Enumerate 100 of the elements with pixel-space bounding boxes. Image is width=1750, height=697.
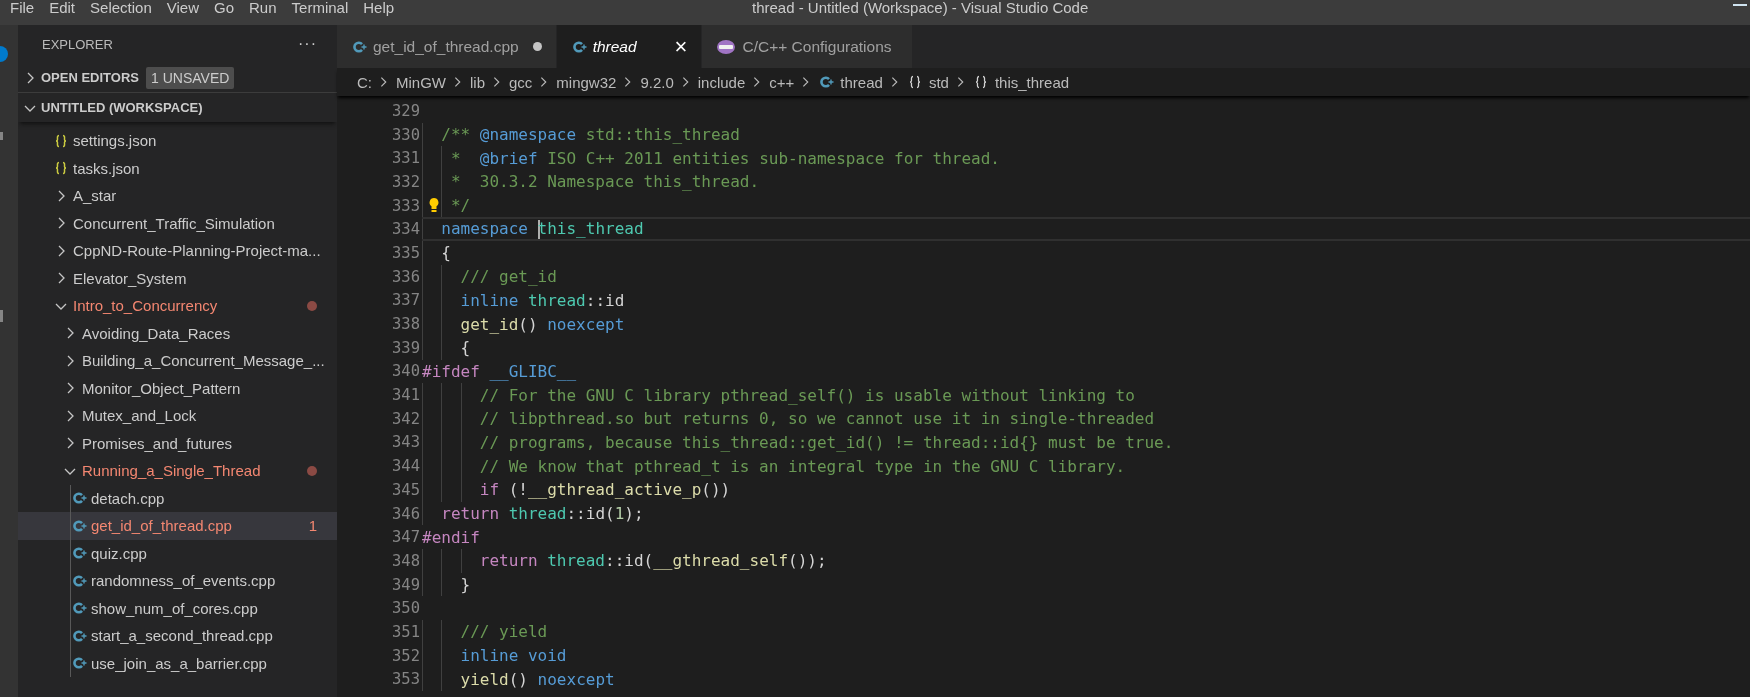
menu-item[interactable]: Selection [88, 0, 161, 15]
sidebar-title: EXPLORER [42, 36, 113, 52]
tree-item[interactable]: A_star [18, 182, 337, 210]
line-number: 345 [391, 480, 420, 499]
line-number: 340 [391, 362, 420, 381]
line-number: 344 [391, 457, 420, 476]
item-label: Monitor_Object_Pattern [82, 379, 242, 397]
tree-item[interactable]: Intro_to_Concurrency [18, 292, 337, 320]
breadcrumb-item[interactable]: MinGW [393, 73, 449, 91]
item-label: Concurrent_Traffic_Simulation [73, 214, 276, 232]
braces-icon [53, 160, 69, 177]
tree-item[interactable]: Monitor_Object_Pattern [18, 374, 337, 402]
cpp-file-icon [71, 490, 87, 507]
tree-item[interactable]: show_num_of_cores.cpp [18, 594, 337, 622]
code-line: * 30.3.2 Namespace this_thread. [450, 172, 760, 192]
menu-item[interactable]: View [164, 0, 208, 15]
section-title: OPEN EDITORS [41, 70, 139, 85]
section-header[interactable]: OPEN EDITORS 1 UNSAVED [18, 63, 337, 92]
code-line: #endif [422, 527, 480, 547]
item-label: Elevator_System [73, 269, 188, 287]
code-line: return thread::id(__gthread_self()); [479, 551, 827, 571]
tree-item[interactable]: settings.json [18, 127, 337, 155]
line-number: 334 [391, 220, 420, 239]
tree-item[interactable]: Avoiding_Data_Races [18, 319, 337, 347]
item-label: tasks.json [73, 159, 141, 177]
line-number: 332 [391, 172, 420, 191]
tree-item[interactable]: Building_a_Concurrent_Message_... [18, 347, 337, 375]
code-line: inline thread::id [460, 290, 625, 310]
close-button[interactable]: × [674, 35, 688, 58]
breadcrumb-item[interactable]: lib [467, 73, 488, 91]
tree-item[interactable]: Mutex_and_Lock [18, 402, 337, 430]
line-number: 339 [391, 338, 420, 357]
tree-item[interactable]: tasks.json [18, 154, 337, 182]
item-label: Mutex_and_Lock [82, 407, 198, 425]
breadcrumb-item[interactable]: this_thread [969, 73, 1073, 91]
menu-item[interactable]: Run [247, 0, 286, 15]
editor-tab[interactable]: thread × [556, 25, 703, 68]
tree-item[interactable]: get_id_of_thread.cpp 1 [18, 512, 337, 540]
unsaved-badge: 1 UNSAVED [146, 66, 235, 89]
line-number: 343 [391, 433, 420, 452]
tree-item[interactable]: randomness_of_events.cpp [18, 567, 337, 595]
menu-item[interactable]: Help [361, 0, 404, 15]
modified-dot [307, 300, 317, 311]
tree-item[interactable]: Running_a_Single_Thread [18, 457, 337, 485]
cpp-file-icon [71, 545, 87, 562]
breadcrumb-item[interactable]: include [694, 73, 749, 91]
more-actions-button[interactable]: ··· [298, 35, 317, 53]
code-line: // For the GNU C library pthread_self() is usable without linking to [479, 385, 1135, 405]
cpp-file-icon [71, 600, 87, 617]
breadcrumb-item[interactable]: std [903, 73, 952, 91]
tree-item[interactable]: Promises_and_futures [18, 429, 337, 457]
item-label: Avoiding_Data_Races [82, 324, 232, 342]
line-number: 349 [391, 575, 420, 594]
item-label: show_num_of_cores.cpp [91, 599, 259, 617]
code-line: yield() noexcept [460, 669, 615, 689]
line-number: 337 [391, 291, 420, 310]
code-line: * @brief ISO C++ 2011 entities sub-namespace for thread. [450, 148, 1000, 168]
section-header[interactable]: UNTITLED (WORKSPACE) [18, 92, 337, 122]
cpp-file-icon [71, 655, 87, 672]
tree-item[interactable]: Elevator_System [18, 264, 337, 292]
item-label: randomness_of_events.cpp [91, 572, 277, 590]
tree-item[interactable]: CppND-Route-Planning-Project-ma... [18, 237, 337, 265]
menu-item[interactable]: Terminal [289, 0, 358, 15]
item-label: Running_a_Single_Thread [82, 462, 262, 480]
code-line: */ [450, 196, 471, 216]
tree-item[interactable]: detach.cpp [18, 484, 337, 512]
item-label: detach.cpp [91, 489, 166, 507]
breadcrumb-item[interactable]: c++ [766, 73, 798, 91]
editor-tab[interactable]: C/C++ Configurations [702, 25, 913, 68]
breadcrumb-item[interactable]: 9.2.0 [637, 73, 677, 91]
item-label: Intro_to_Concurrency [73, 297, 219, 315]
item-label: Promises_and_futures [82, 434, 234, 452]
breadcrumb-item[interactable]: mingw32 [553, 73, 620, 91]
code-line: // programs, because this_thread::get_id() != thread::id{} must be true. [479, 432, 1174, 452]
code-line: { [441, 243, 451, 263]
menu-item[interactable]: Go [212, 0, 243, 15]
line-number: 350 [391, 599, 420, 618]
breadcrumb-item[interactable]: gcc [506, 73, 536, 91]
code-line: // We know that pthread_t is an integral type in the GNU C library. [479, 456, 1126, 476]
breadcrumb-item[interactable]: C: [354, 73, 375, 91]
tree-item[interactable]: quiz.cpp [18, 539, 337, 567]
line-number: 341 [391, 386, 420, 405]
lightbulb-icon[interactable] [428, 196, 440, 213]
problem-count: 1 [308, 517, 317, 535]
menu-item[interactable]: Edit [47, 0, 85, 15]
code-line: /** @namespace std::this_thread [441, 125, 740, 145]
line-number: 348 [391, 551, 420, 570]
editor-tab[interactable]: get_id_of_thread.cpp [337, 25, 557, 68]
cpp-file-icon [71, 572, 87, 589]
tree-item[interactable]: Concurrent_Traffic_Simulation [18, 209, 337, 237]
tree-item[interactable]: use_join_as_a_barrier.cpp [18, 649, 337, 677]
cpp-file-icon [351, 38, 367, 55]
cpp-file-icon [71, 627, 87, 644]
menu-item[interactable]: File [8, 0, 44, 15]
breadcrumb-item[interactable]: thread [815, 73, 886, 91]
tree-item[interactable]: start_a_second_thread.cpp [18, 622, 337, 650]
section-title: UNTITLED (WORKSPACE) [41, 100, 203, 115]
line-number: 351 [391, 622, 420, 641]
item-label: CppND-Route-Planning-Project-ma... [73, 242, 321, 260]
item-label: settings.json [73, 132, 158, 150]
